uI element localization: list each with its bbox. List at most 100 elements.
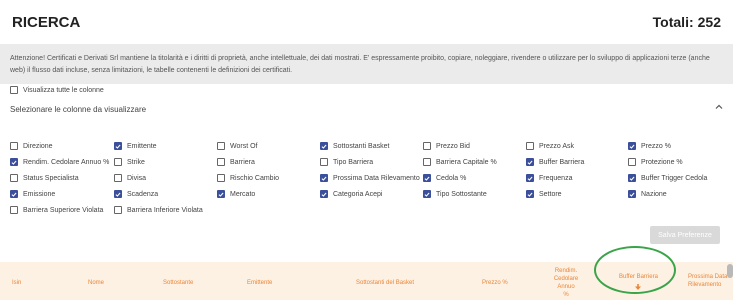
column-option-checkbox[interactable]: Strike	[114, 156, 145, 168]
header-line: Cedolare Annuo	[553, 276, 579, 290]
column-option-checkbox[interactable]: Prezzo Bid	[423, 140, 470, 152]
column-header-isin[interactable]: Isin	[12, 279, 21, 287]
column-option-checkbox[interactable]: Barriera	[217, 156, 255, 168]
column-option-checkbox[interactable]: Worst Of	[217, 140, 257, 152]
horizontal-scrollbar-thumb[interactable]	[727, 264, 733, 278]
checkbox-box[interactable]	[114, 206, 122, 214]
column-header-basket[interactable]: Sottostanti del Basket	[356, 279, 414, 287]
chevron-up-icon[interactable]	[713, 101, 725, 113]
column-option-checkbox[interactable]: Categoria Acepi	[320, 188, 382, 200]
checkbox-box[interactable]	[10, 86, 18, 94]
column-option-checkbox[interactable]: Tipo Barriera	[320, 156, 373, 168]
checkbox-box[interactable]	[114, 158, 122, 166]
column-option-checkbox[interactable]: Cedola %	[423, 172, 466, 184]
checkbox-box[interactable]	[10, 190, 18, 198]
checkbox-label: Buffer Barriera	[539, 158, 585, 166]
column-options-row: Direzione Emittente Worst Of Sottostanti Ba…	[10, 140, 725, 156]
checkbox-box[interactable]	[217, 158, 225, 166]
checkbox-label: Emissione	[23, 190, 56, 198]
column-header-emittente[interactable]: Emittente	[247, 279, 272, 287]
column-selector-panel: Selezionare le colonne da visualizzare V…	[0, 84, 733, 260]
column-option-checkbox[interactable]: Rischio Cambio	[217, 172, 279, 184]
column-option-checkbox[interactable]: Buffer Trigger Cedola	[628, 172, 707, 184]
column-option-checkbox[interactable]: Prezzo Ask	[526, 140, 574, 152]
column-header-sottostante[interactable]: Sottostante	[163, 279, 193, 287]
checkbox-box[interactable]	[114, 142, 122, 150]
column-option-checkbox[interactable]: Sottostanti Basket	[320, 140, 389, 152]
checkbox-box[interactable]	[114, 174, 122, 182]
checkbox-box[interactable]	[423, 142, 431, 150]
checkbox-box[interactable]	[526, 174, 534, 182]
column-option-checkbox[interactable]: Barriera Superiore Violata	[10, 204, 103, 216]
header-line: Buffer Barriera	[619, 274, 658, 280]
checkbox-label: Rischio Cambio	[230, 174, 280, 182]
checkbox-box[interactable]	[10, 174, 18, 182]
checkbox-box[interactable]	[423, 174, 431, 182]
column-header-nome[interactable]: Nome	[88, 279, 104, 287]
column-option-checkbox[interactable]: Prezzo %	[628, 140, 671, 152]
checkbox-box[interactable]	[526, 190, 534, 198]
column-option-checkbox[interactable]: Buffer Barriera	[526, 156, 584, 168]
page-header: RICERCA Totali: 252	[0, 0, 733, 44]
checkbox-box[interactable]	[10, 206, 18, 214]
checkbox-box[interactable]	[526, 158, 534, 166]
checkbox-box[interactable]	[320, 142, 328, 150]
checkbox-box[interactable]	[320, 190, 328, 198]
column-header-buffer-barriera[interactable]: Buffer Barriera	[619, 273, 658, 290]
column-option-checkbox[interactable]: Frequenza	[526, 172, 572, 184]
column-option-checkbox[interactable]: Rendim. Cedolare Annuo %	[10, 156, 109, 168]
checkbox-box[interactable]	[628, 142, 636, 150]
column-options-row: Status Specialista Divisa Rischio Cambio Pr…	[10, 172, 725, 188]
checkbox-box[interactable]	[114, 190, 122, 198]
column-option-checkbox[interactable]: Emittente	[114, 140, 157, 152]
header-line: Prossima Data	[688, 274, 728, 280]
column-option-checkbox[interactable]: Tipo Sottostante	[423, 188, 487, 200]
column-option-checkbox[interactable]: Barriera Inferiore Violata	[114, 204, 203, 216]
column-option-checkbox[interactable]: Scadenza	[114, 188, 158, 200]
column-option-checkbox[interactable]: Prossima Data Rilevamento	[320, 172, 420, 184]
total-value: 252	[697, 14, 721, 30]
column-option-checkbox[interactable]: Emissione	[10, 188, 55, 200]
checkbox-label: Buffer Trigger Cedola	[641, 174, 708, 182]
header-line: Rendim.	[554, 268, 578, 274]
checkbox-label: Visualizza tutte le colonne	[23, 86, 104, 94]
checkbox-box[interactable]	[526, 142, 534, 150]
column-selector-title: Selezionare le colonne da visualizzare	[10, 105, 147, 114]
column-options-grid: Direzione Emittente Worst Of Sottostanti Ba…	[10, 140, 725, 220]
column-option-checkbox[interactable]: Settore	[526, 188, 562, 200]
column-option-checkbox[interactable]: Mercato	[217, 188, 255, 200]
column-option-checkbox[interactable]: Direzione	[10, 140, 53, 152]
checkbox-box[interactable]	[320, 158, 328, 166]
checkbox-label: Scadenza	[127, 190, 159, 198]
checkbox-box[interactable]	[320, 174, 328, 182]
checkbox-label: Frequenza	[539, 174, 573, 182]
checkbox-label: Nazione	[641, 190, 667, 198]
header-line: %	[563, 292, 569, 298]
page-title: RICERCA	[12, 14, 81, 31]
column-option-checkbox[interactable]: Barriera Capitale %	[423, 156, 497, 168]
column-option-checkbox[interactable]: Divisa	[114, 172, 146, 184]
checkbox-box[interactable]	[423, 158, 431, 166]
checkbox-box[interactable]	[628, 174, 636, 182]
checkbox-box[interactable]	[628, 190, 636, 198]
save-preferences-button[interactable]: Salva Preferenze	[650, 226, 720, 244]
checkbox-label: Prezzo Bid	[436, 142, 470, 150]
checkbox-box[interactable]	[10, 142, 18, 150]
checkbox-label: Settore	[539, 190, 562, 198]
column-option-checkbox[interactable]: Nazione	[628, 188, 667, 200]
column-header-prezzo[interactable]: Prezzo %	[482, 279, 508, 287]
column-options-row: Barriera Superiore Violata Barriera Infer…	[10, 204, 725, 220]
checkbox-box[interactable]	[217, 142, 225, 150]
show-all-columns-checkbox[interactable]: Visualizza tutte le colonne	[10, 84, 104, 96]
checkbox-box[interactable]	[217, 174, 225, 182]
checkbox-label: Barriera Inferiore Violata	[127, 206, 203, 214]
checkbox-label: Status Specialista	[23, 174, 79, 182]
checkbox-box[interactable]	[10, 158, 18, 166]
checkbox-box[interactable]	[628, 158, 636, 166]
column-header-rendimento[interactable]: Rendim. Cedolare Annuo %	[548, 267, 584, 299]
total-label: Totali:	[652, 14, 694, 30]
column-option-checkbox[interactable]: Status Specialista	[10, 172, 79, 184]
checkbox-box[interactable]	[217, 190, 225, 198]
checkbox-box[interactable]	[423, 190, 431, 198]
column-option-checkbox[interactable]: Protezione %	[628, 156, 683, 168]
